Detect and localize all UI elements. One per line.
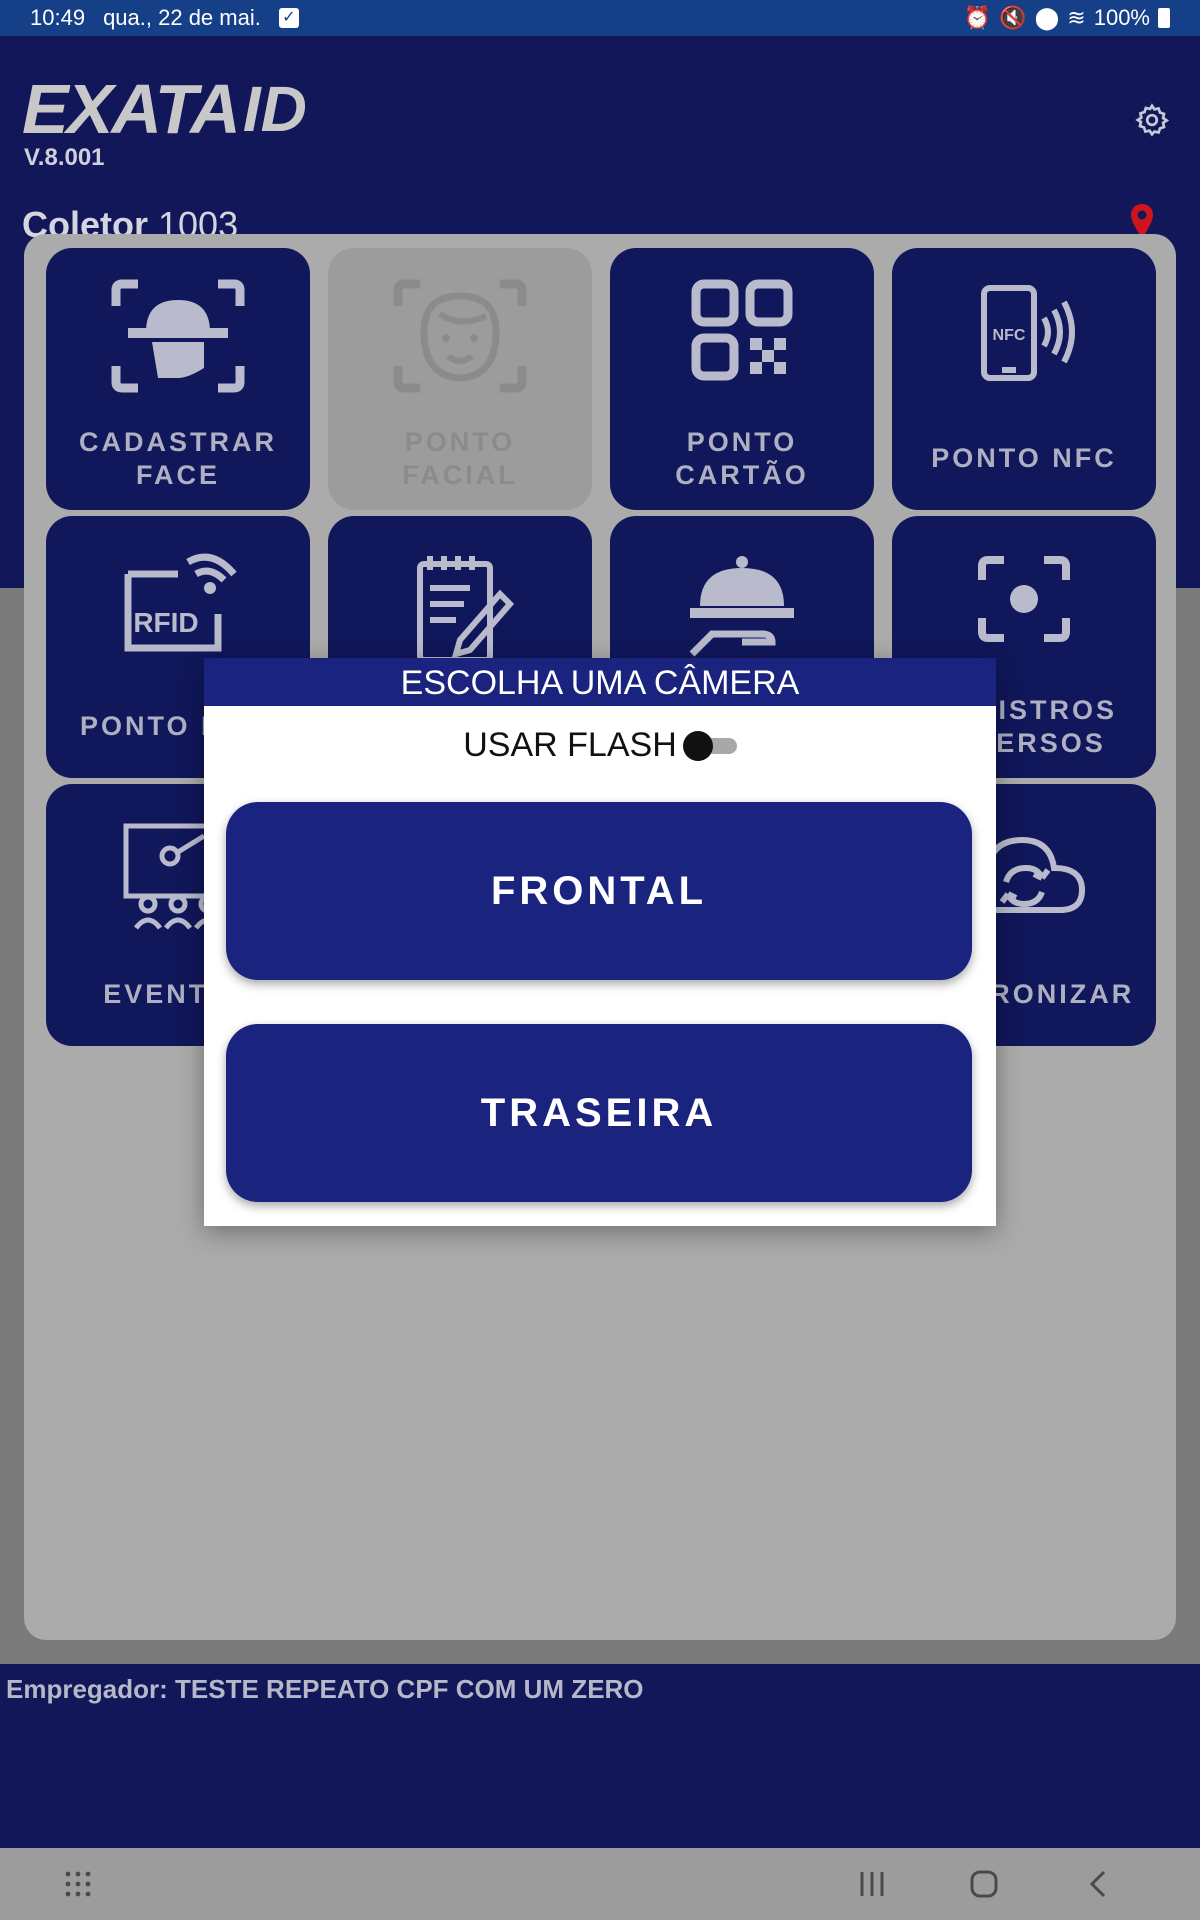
tile-label: CADASTRAR FACE — [79, 427, 277, 490]
flash-row: USAR FLASH — [204, 706, 996, 784]
status-date: qua., 22 de mai. — [103, 5, 261, 30]
face-recognition-icon — [393, 279, 527, 393]
camera-dialog: ESCOLHA UMA CÂMERA USAR FLASH FRONTAL TR… — [204, 658, 996, 1226]
face-scan-icon — [111, 279, 245, 393]
footer: Empregador: TESTE REPEATO CPF COM UM ZER… — [0, 1664, 1200, 1848]
cloche-hand-icon — [689, 556, 794, 657]
settings-gear-icon[interactable] — [1134, 102, 1170, 138]
focus-icon — [978, 556, 1070, 642]
traseira-camera-button[interactable]: TRASEIRA — [226, 1024, 972, 1202]
svg-text:NFC: NFC — [993, 327, 1026, 344]
tile-cadastrar-face[interactable]: CADASTRAR FACE — [46, 248, 310, 510]
dialog-title: ESCOLHA UMA CÂMERA — [204, 658, 996, 706]
tile-ponto-facial[interactable]: PONTO FACIAL — [328, 248, 592, 510]
tile-label: PONTO FACIAL — [402, 427, 518, 490]
task-check-icon: ✓ — [278, 8, 299, 28]
qr-code-icon — [691, 279, 793, 381]
status-time: 10:49 — [30, 5, 86, 30]
notepad-pen-icon — [417, 556, 515, 663]
battery-level: 100% — [1093, 5, 1150, 30]
flash-toggle[interactable] — [682, 729, 737, 761]
toggle-knob — [682, 731, 713, 761]
app-logo: EXATA ID — [22, 70, 307, 148]
status-bar: 10:49 qua., 22 de mai. ✓ ⏰ 🔇 ⬤ ≋ 100% — [0, 0, 1200, 36]
frontal-camera-button[interactable]: FRONTAL — [226, 802, 972, 980]
flash-label: USAR FLASH — [463, 725, 677, 764]
battery-icon — [1158, 8, 1170, 28]
tile-label: PONTO CARTÃO — [675, 427, 809, 490]
alarm-icon: ⏰ — [963, 5, 992, 30]
location-status-icon: ⬤ — [1034, 5, 1060, 30]
svg-text:RFID: RFID — [133, 607, 198, 638]
tile-ponto-cartao[interactable]: PONTO CARTÃO — [610, 248, 874, 510]
system-nav-bar — [0, 1848, 1200, 1920]
home-icon[interactable] — [964, 1866, 1004, 1902]
apps-grid-icon[interactable] — [58, 1866, 98, 1902]
empregador-text: Empregador: TESTE REPEATO CPF COM UM ZER… — [6, 1674, 644, 1704]
app-version: V.8.001 — [24, 144, 105, 171]
nfc-phone-icon: NFC — [981, 285, 1075, 381]
tile-ponto-nfc[interactable]: NFC PONTO NFC — [892, 248, 1156, 510]
mute-icon: 🔇 — [999, 5, 1027, 30]
rfid-icon: RFID — [124, 553, 237, 652]
wifi-icon: ≋ — [1067, 5, 1086, 30]
back-icon[interactable] — [1078, 1866, 1118, 1902]
tile-label: PONTO NFC — [931, 443, 1117, 473]
recent-apps-icon[interactable] — [852, 1866, 892, 1902]
